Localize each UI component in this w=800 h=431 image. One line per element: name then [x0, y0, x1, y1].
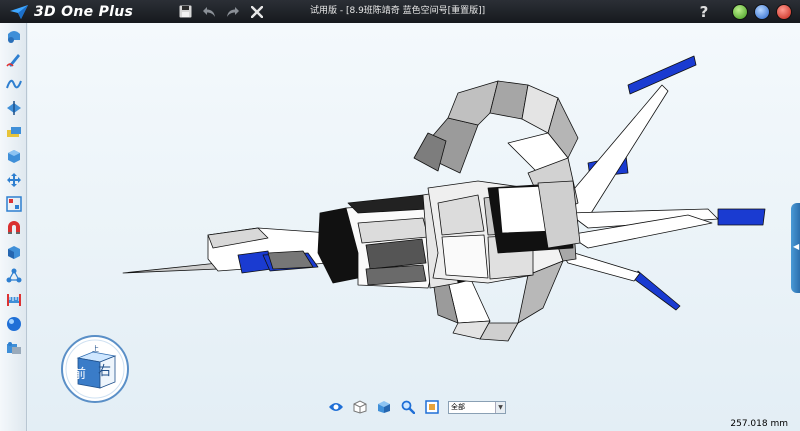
view-cube-front-label: 前 — [73, 367, 87, 382]
eye-view-icon — [329, 403, 343, 411]
paper-plane-icon — [10, 4, 28, 19]
help-button[interactable]: ? — [696, 3, 712, 21]
sketch-tool[interactable] — [5, 51, 23, 69]
save-icon — [179, 5, 191, 18]
chevron-down-icon: ▼ — [495, 401, 505, 413]
3d-viewport[interactable]: 上 前 右 ◀ — [28, 23, 800, 431]
minimize-button[interactable] — [732, 4, 748, 20]
fit-view-icon — [425, 400, 439, 414]
assembly-icon — [6, 268, 22, 283]
maximize-button[interactable] — [754, 4, 770, 20]
save-button[interactable] — [176, 3, 194, 21]
redo-icon — [227, 6, 239, 17]
combine-tool[interactable] — [5, 147, 23, 165]
array-icon — [6, 196, 22, 212]
cancel-command-button[interactable] — [248, 3, 266, 21]
magnet-tool[interactable] — [5, 219, 23, 237]
combine-solid-icon — [8, 150, 20, 163]
sketch-pencil-icon — [6, 54, 20, 67]
window-controls: ? — [696, 3, 792, 21]
measure-tool[interactable] — [5, 291, 23, 309]
undo-button[interactable] — [200, 3, 218, 21]
wireframe-display-button[interactable] — [350, 398, 370, 416]
left-toolbar — [0, 23, 27, 431]
fit-view-button[interactable] — [422, 398, 442, 416]
app-logo: 3D One Plus — [0, 0, 168, 23]
special-feature-tool[interactable] — [5, 99, 23, 117]
close-button[interactable] — [776, 4, 792, 20]
feature-edit-icon — [7, 127, 21, 137]
move-icon — [7, 173, 21, 187]
magnet-icon — [8, 221, 20, 234]
chevron-left-icon: ◀ — [793, 242, 800, 251]
filter-select[interactable]: 全部 ▼ — [448, 400, 506, 414]
view-cube-right-label: 右 — [98, 364, 112, 379]
basic-solid-tool[interactable] — [5, 27, 23, 45]
wireframe-display-icon — [353, 400, 367, 414]
right-panel-toggle[interactable]: ◀ — [791, 203, 800, 293]
basic-solid-icon — [8, 31, 20, 43]
measure-ruler-icon — [7, 294, 21, 306]
x-mark-icon — [251, 5, 263, 18]
sphere-material-tool[interactable] — [5, 315, 23, 333]
assembly-tool[interactable] — [5, 267, 23, 285]
view-mode-button[interactable] — [326, 398, 346, 416]
redo-button[interactable] — [224, 3, 242, 21]
spaceship-model[interactable] — [28, 23, 800, 431]
sphere-material-icon — [7, 317, 21, 331]
feature-edit-tool[interactable] — [5, 123, 23, 141]
special-feature-icon — [7, 101, 21, 115]
quick-access-toolbar — [176, 3, 266, 21]
move-tool[interactable] — [5, 171, 23, 189]
curve-tool[interactable] — [5, 75, 23, 93]
render-tool-icon — [7, 342, 21, 354]
window-title: 试用版 - [8.9班陈靖奇 蓝色空间号[重置版]] — [310, 6, 486, 16]
zoom-button[interactable] — [398, 398, 418, 416]
filter-select-value: 全部 — [451, 403, 465, 411]
undo-icon — [203, 6, 215, 17]
material-paint-icon — [8, 246, 20, 259]
shaded-display-icon — [378, 401, 390, 413]
curve-icon — [6, 79, 22, 89]
view-cube-top-label: 上 — [92, 345, 99, 353]
title-bar: 3D One Plus 试用版 - [8.9班陈靖奇 蓝色空间号[重置版]] ? — [0, 0, 800, 23]
render-tool[interactable] — [5, 339, 23, 357]
shaded-display-button[interactable] — [374, 398, 394, 416]
material-paint-tool[interactable] — [5, 243, 23, 261]
measure-readout: 257.018 mm — [730, 419, 788, 429]
zoom-icon — [401, 400, 415, 414]
bottom-toolbar: 全部 ▼ — [326, 397, 506, 417]
array-tool[interactable] — [5, 195, 23, 213]
app-name: 3D One Plus — [34, 3, 134, 20]
